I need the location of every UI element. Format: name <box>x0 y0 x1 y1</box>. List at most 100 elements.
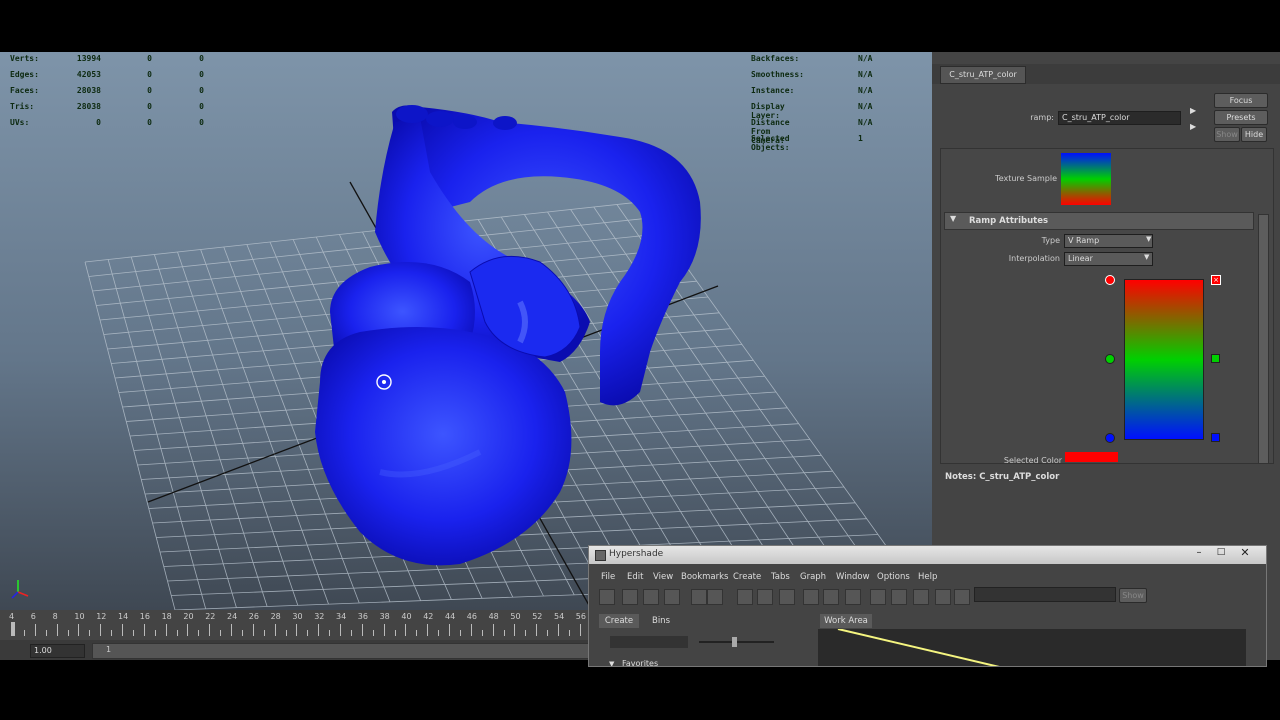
time-tick <box>100 624 102 636</box>
toolbar-tool-icon[interactable] <box>954 589 970 605</box>
time-tick <box>132 630 134 636</box>
tab-node[interactable]: C_stru_ATP_color <box>940 66 1026 84</box>
create-search-field[interactable] <box>610 636 688 648</box>
tab-create[interactable]: Create <box>599 614 639 628</box>
time-tick <box>416 630 418 636</box>
toolbar-tool-icon[interactable] <box>691 589 707 605</box>
start-time-field[interactable]: 1.00 <box>30 644 85 658</box>
menu-file[interactable]: File <box>601 572 615 582</box>
tab-work-area[interactable]: Work Area <box>820 614 872 628</box>
input-connection-icon[interactable]: ▶ <box>1190 106 1196 115</box>
hud-v3: 0 <box>199 102 204 111</box>
time-tick <box>187 624 189 636</box>
time-tick <box>241 630 243 636</box>
time-tick-label: 8 <box>52 612 58 621</box>
current-time-marker[interactable] <box>11 622 15 636</box>
time-tick <box>525 630 527 636</box>
toolbar-tool-icon[interactable] <box>779 589 795 605</box>
time-tick-label: 4 <box>9 612 15 621</box>
menu-help[interactable]: Help <box>918 572 937 582</box>
ramp-handle-square-blue[interactable] <box>1211 433 1220 442</box>
time-tick <box>307 630 309 636</box>
toolbar-tool-icon[interactable] <box>845 589 861 605</box>
time-tick-label: 40 <box>401 612 412 621</box>
texture-sample-swatch[interactable] <box>1061 153 1111 205</box>
range-slider[interactable]: 1.00 1 <box>0 640 590 660</box>
time-tick <box>285 630 287 636</box>
ramp-handle-square-green[interactable] <box>1211 354 1220 363</box>
output-connection-icon[interactable]: ▶ <box>1190 122 1196 131</box>
time-tick <box>45 630 47 636</box>
notes-area[interactable] <box>940 485 1272 545</box>
time-tick-label: 14 <box>118 612 129 621</box>
menu-view[interactable]: View <box>653 572 673 582</box>
heart-model <box>315 105 701 566</box>
menu-create[interactable]: Create <box>733 572 761 582</box>
hud-value: N/A <box>858 118 873 127</box>
show-filter-button[interactable]: Show <box>1119 588 1147 603</box>
maximize-button[interactable]: □ <box>1211 547 1231 561</box>
hud-v2: 0 <box>147 118 152 127</box>
time-tick-label: 12 <box>96 612 107 621</box>
menu-window[interactable]: Window <box>836 572 870 582</box>
time-tick-label: 16 <box>139 612 150 621</box>
type-label: Type <box>1041 236 1060 245</box>
close-button[interactable]: ✕ <box>1233 546 1257 561</box>
toolbar-tool-icon[interactable] <box>757 589 773 605</box>
time-tick-label: 50 <box>510 612 521 621</box>
toolbar-tool-icon[interactable] <box>737 589 753 605</box>
favorites-label[interactable]: Favorites <box>622 659 658 666</box>
toolbar-tool-icon[interactable] <box>870 589 886 605</box>
menu-edit[interactable]: Edit <box>627 572 643 582</box>
delete-handle-icon[interactable]: × <box>1211 275 1221 285</box>
interpolation-dropdown[interactable]: Linear <box>1064 252 1153 266</box>
toolbar-tool-icon[interactable] <box>622 589 638 605</box>
toolbar-tool-icon[interactable] <box>891 589 907 605</box>
time-slider[interactable]: 4 6 8 10 12 14 16 18 20 22 24 26 28 30 32 34 36 38 40 42 44 4… <box>0 610 592 640</box>
menu-options[interactable]: Options <box>877 572 910 582</box>
window-title: Hypershade <box>609 549 664 559</box>
3d-viewport[interactable]: Verts: 13994 0 0 Edges: 42053 0 0 Faces: 28038 0 0 T… <box>0 52 932 610</box>
hud-label: Edges: <box>10 70 39 79</box>
time-tick <box>23 630 25 636</box>
menu-bookmarks[interactable]: Bookmarks <box>681 572 729 582</box>
search-field[interactable] <box>974 587 1116 602</box>
presets-button[interactable]: Presets <box>1214 110 1268 125</box>
collapse-arrow-icon[interactable]: ▼ <box>950 214 956 223</box>
toolbar-tool-icon[interactable] <box>599 589 615 605</box>
slider-thumb[interactable] <box>732 637 737 647</box>
toolbar-tool-icon[interactable] <box>913 589 929 605</box>
show-button[interactable]: Show <box>1214 127 1240 142</box>
time-tick-label: 44 <box>445 612 456 621</box>
toolbar-tool-icon[interactable] <box>823 589 839 605</box>
menu-tabs[interactable]: Tabs <box>771 572 790 582</box>
ramp-handle-red[interactable] <box>1105 275 1115 285</box>
toolbar-tool-icon[interactable] <box>664 589 680 605</box>
type-dropdown[interactable]: V Ramp <box>1064 234 1153 248</box>
ramp-gradient[interactable] <box>1124 279 1204 440</box>
menu-graph[interactable]: Graph <box>800 572 826 582</box>
toolbar-tool-icon[interactable] <box>707 589 723 605</box>
toolbar-tool-icon[interactable] <box>803 589 819 605</box>
title-bar[interactable] <box>589 546 1266 564</box>
hypershade-window[interactable]: Hypershade – □ ✕ File Edit View Bookmarks Cr… <box>588 545 1267 667</box>
time-tick <box>514 624 516 636</box>
expand-arrow-icon[interactable]: ▼ <box>609 660 614 666</box>
range-bar[interactable] <box>92 643 590 659</box>
minimize-button[interactable]: – <box>1189 547 1209 561</box>
ramp-handle-green[interactable] <box>1105 354 1115 364</box>
hud-v1: 0 <box>96 118 101 127</box>
selected-color-swatch[interactable] <box>1065 452 1118 462</box>
tab-bins[interactable]: Bins <box>645 614 677 628</box>
hide-button[interactable]: Hide <box>1241 127 1267 142</box>
attr-scrollbar[interactable] <box>1258 214 1269 464</box>
ramp-handle-blue[interactable] <box>1105 433 1115 443</box>
ramp-name-field[interactable]: C_stru_ATP_color <box>1058 111 1181 125</box>
view-axis-gizmo <box>11 580 29 599</box>
work-area-canvas[interactable] <box>818 628 1246 666</box>
focus-button[interactable]: Focus <box>1214 93 1268 108</box>
toolbar-tool-icon[interactable] <box>935 589 951 605</box>
time-ticks: 4 6 8 10 12 14 16 18 20 22 24 26 28 30 32 34 36 38 40 42 44 4… <box>0 610 592 640</box>
time-tick <box>361 624 363 636</box>
toolbar-tool-icon[interactable] <box>643 589 659 605</box>
